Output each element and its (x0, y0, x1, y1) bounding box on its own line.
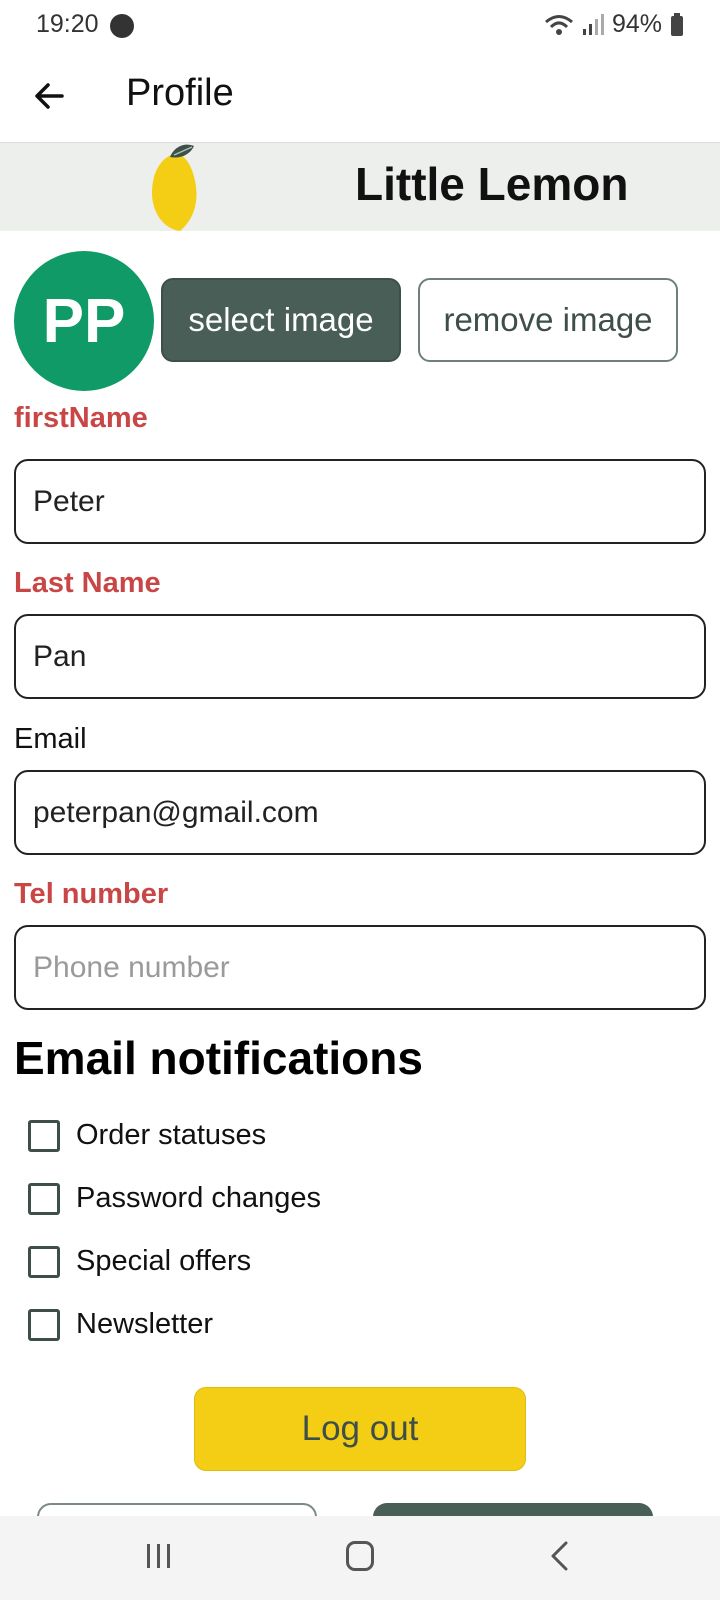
checkbox-label: Special offers (76, 1245, 252, 1277)
phone-number-field[interactable] (14, 925, 706, 1010)
home-icon[interactable] (346, 1541, 374, 1571)
checkbox-box[interactable] (28, 1308, 60, 1341)
last-name-field[interactable] (14, 614, 706, 699)
logout-button[interactable]: Log out (194, 1387, 526, 1471)
tel-number-label: Tel number (14, 878, 169, 910)
app-bar: Profile (0, 52, 720, 143)
checkbox-password-changes[interactable]: Password changes (28, 1182, 321, 1215)
app-notification-icon (110, 14, 134, 38)
wifi-icon (544, 14, 573, 35)
select-image-button[interactable]: select image (161, 278, 401, 362)
battery-icon (671, 12, 683, 36)
checkbox-newsletter[interactable]: Newsletter (28, 1308, 213, 1341)
checkbox-label: Newsletter (76, 1308, 213, 1340)
brand-name: Little Lemon (355, 158, 629, 210)
checkbox-special-offers[interactable]: Special offers (28, 1245, 251, 1278)
avatar: PP (14, 251, 154, 391)
checkbox-label: Password changes (76, 1182, 322, 1214)
email-label: Email (14, 723, 87, 755)
last-name-label: Last Name (14, 567, 161, 599)
email-notifications-title: Email notifications (14, 1032, 423, 1084)
checkbox-box[interactable] (28, 1182, 60, 1215)
checkbox-box[interactable] (28, 1119, 60, 1152)
battery-percent: 94% (611, 10, 662, 38)
email-field[interactable] (14, 770, 706, 855)
back-arrow-icon[interactable] (28, 74, 72, 118)
signal-icon (582, 13, 604, 35)
lemon-logo-icon (152, 144, 197, 231)
status-bar: 19:20 94% (0, 0, 720, 52)
checkbox-box[interactable] (28, 1245, 60, 1278)
recent-apps-icon[interactable] (146, 1542, 172, 1570)
status-time: 19:20 (36, 10, 99, 38)
nav-back-icon[interactable] (548, 1540, 570, 1572)
checkbox-order-statuses[interactable]: Order statuses (28, 1119, 266, 1152)
checkbox-label: Order statuses (76, 1119, 267, 1151)
brand-banner: Little Lemon (0, 143, 720, 231)
first-name-label: firstName (14, 402, 148, 434)
status-right-group: 94% (544, 10, 684, 39)
remove-image-button[interactable]: remove image (418, 278, 678, 362)
first-name-field[interactable] (14, 459, 706, 544)
page-title: Profile (126, 72, 234, 114)
